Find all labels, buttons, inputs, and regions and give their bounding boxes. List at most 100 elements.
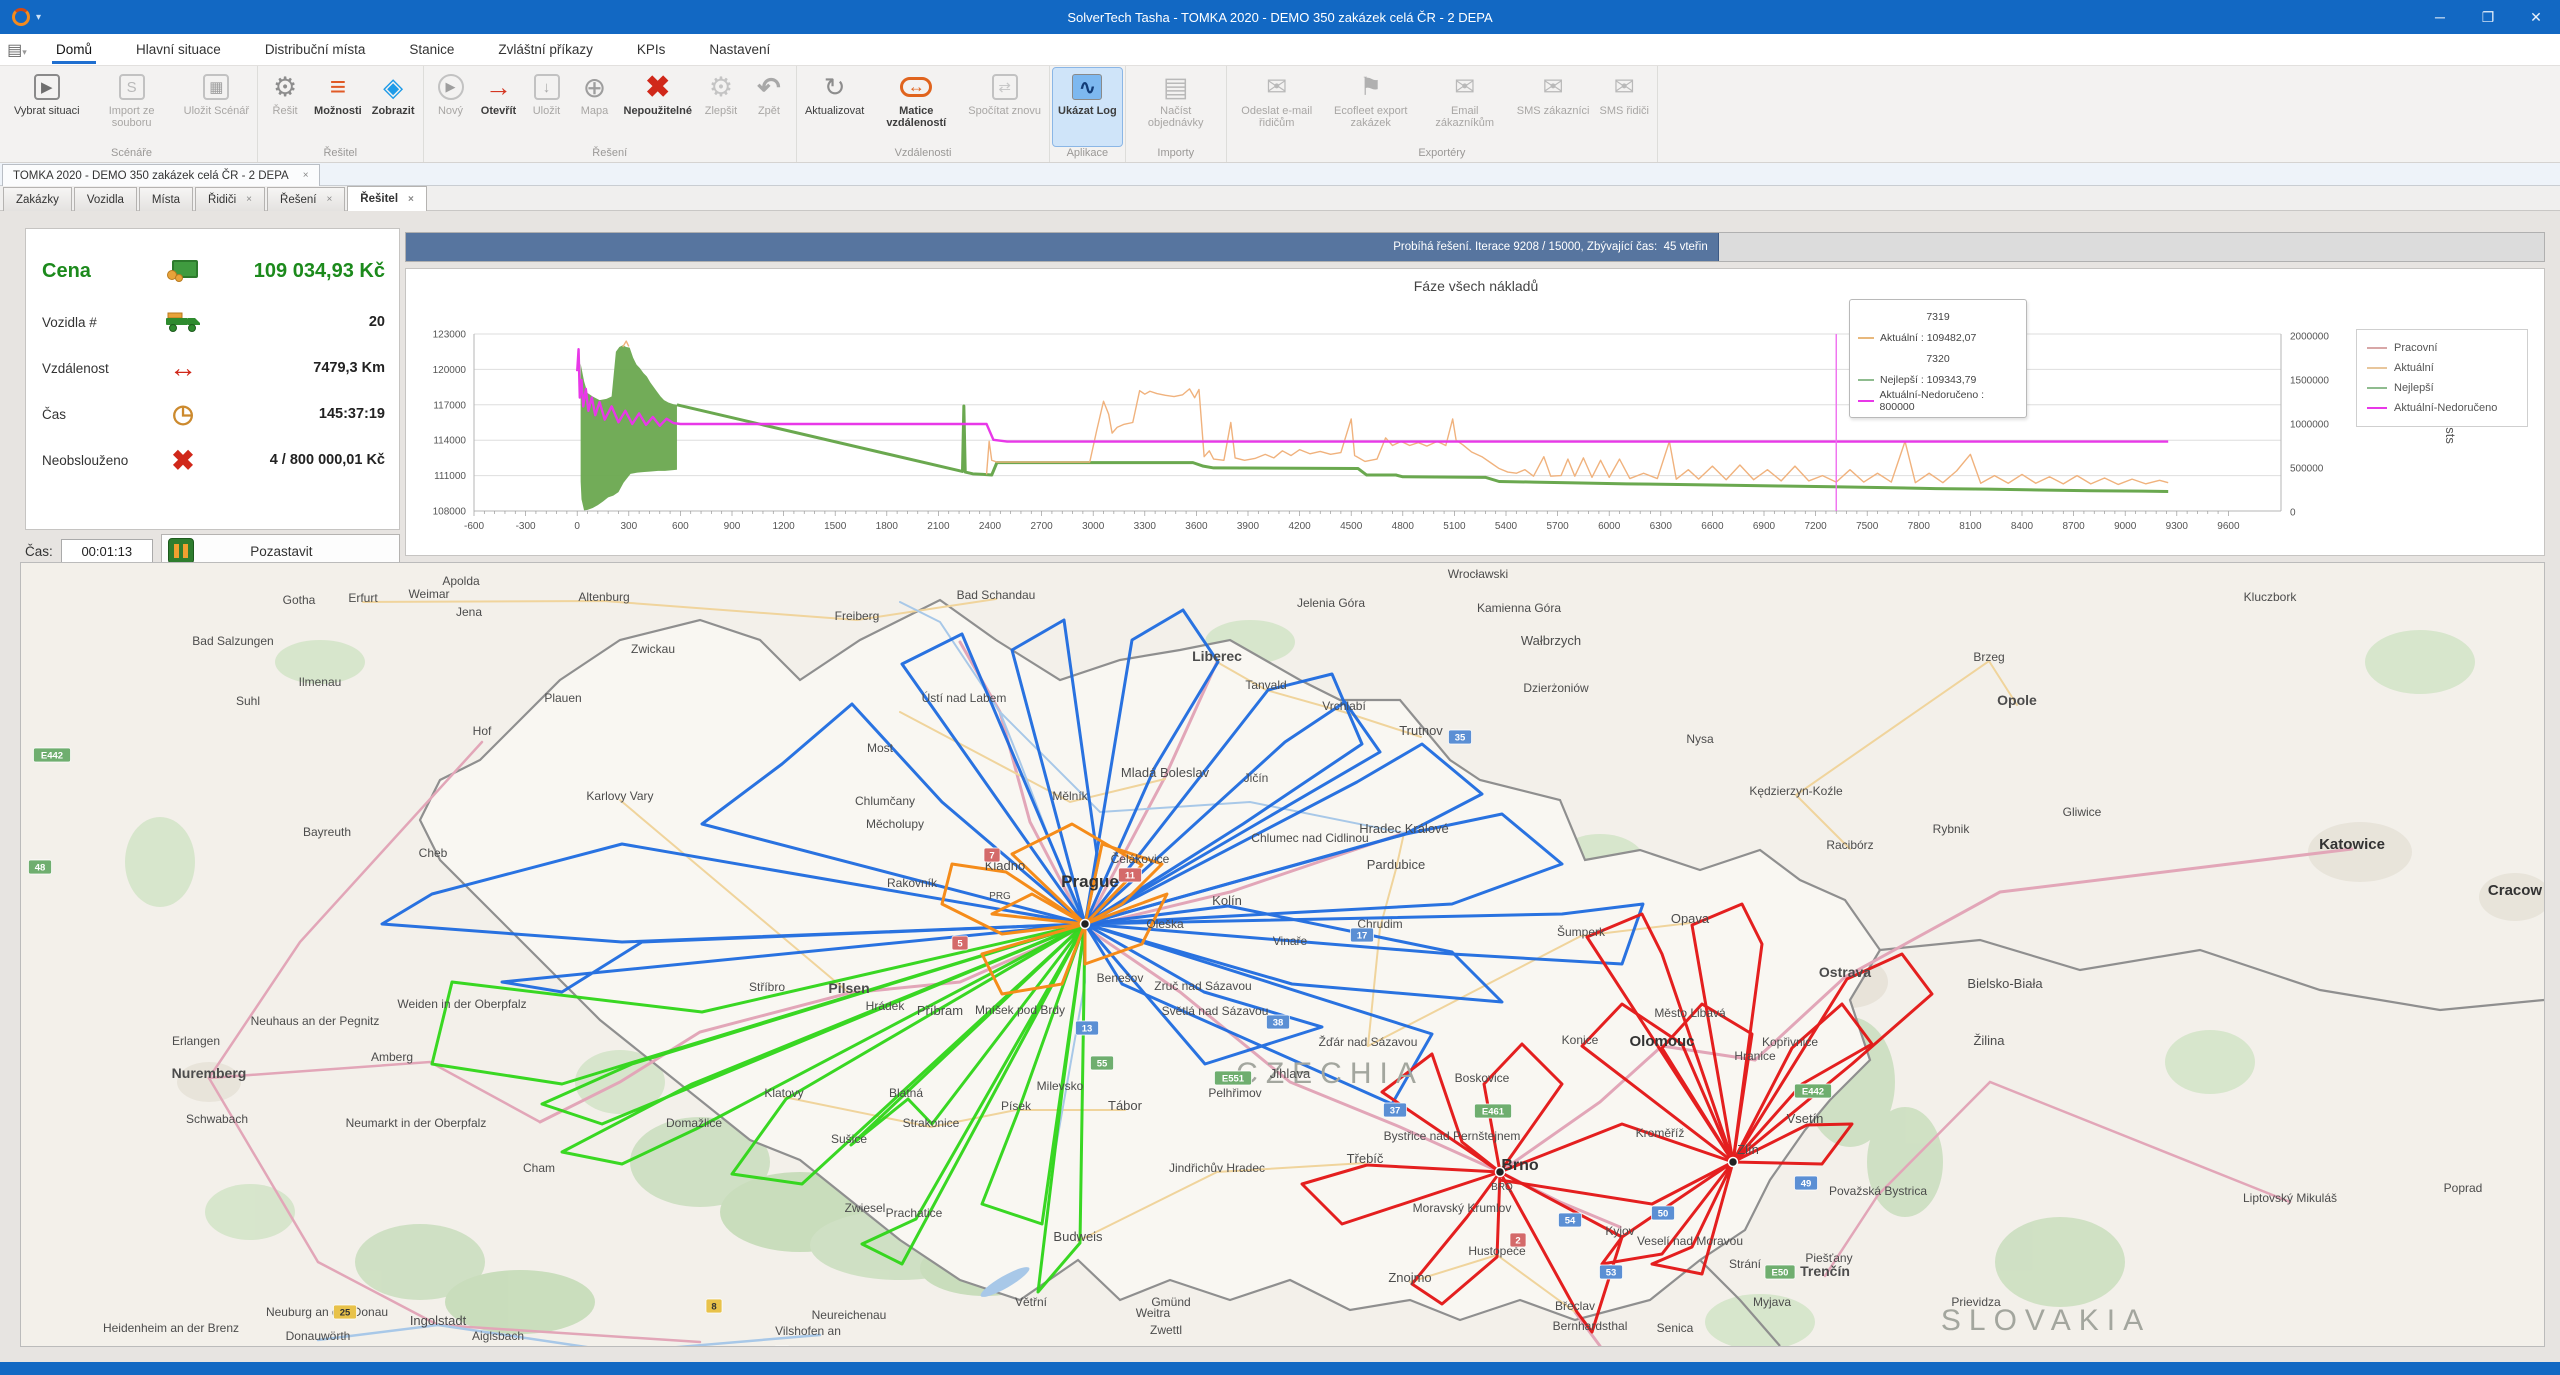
tab-m-sta[interactable]: Místa bbox=[139, 187, 193, 211]
tab-e-itel[interactable]: Řešitel× bbox=[347, 186, 427, 211]
legend-item-nejlep: Nejlepší bbox=[2367, 378, 2517, 398]
city-label: Ingolstadt bbox=[410, 1313, 467, 1328]
svg-text:7200: 7200 bbox=[1804, 521, 1827, 532]
stat-value: 4 / 800 000,01 Kč bbox=[206, 452, 385, 468]
timer-value-field: 00:01:13 bbox=[61, 539, 153, 563]
tab-idi-i[interactable]: Řidiči× bbox=[195, 187, 265, 211]
menu-tab-zvl-tn-p-kazy[interactable]: Zvláštní příkazy bbox=[476, 34, 615, 66]
city-label: Město Libavá bbox=[1654, 1006, 1726, 1020]
sub-tab-strip: ZakázkyVozidlaMístaŘidiči×Řešení×Řešitel… bbox=[0, 186, 2560, 211]
city-label: Kluczbork bbox=[2244, 590, 2298, 604]
stat-label: Vzdálenost bbox=[42, 361, 160, 376]
import-ze-souboru-button[interactable]: SImport ze souboru bbox=[85, 68, 179, 146]
ecofleet-export-zak-zek-button[interactable]: ⚑Ecofleet export zakázek bbox=[1324, 68, 1418, 146]
city-label: Weiden in der Oberpfalz bbox=[397, 997, 526, 1011]
city-label: Prachatice bbox=[886, 1206, 943, 1220]
ribbon-button-label: Zpět bbox=[758, 105, 780, 117]
svg-text:900: 900 bbox=[724, 521, 741, 532]
menu-tab-stanice[interactable]: Stanice bbox=[387, 34, 476, 66]
tooltip-row: Aktuální : 109482,07 bbox=[1858, 327, 2018, 348]
map-container[interactable]: CZECHIASLOVAKIAGothaErfurtWeimarApoldaJe… bbox=[20, 562, 2545, 1347]
tab-close-icon[interactable]: × bbox=[326, 194, 332, 205]
spo-tat-znovu-button[interactable]: ⇄Spočítat znovu bbox=[963, 68, 1046, 146]
city-label: Třebíč bbox=[1347, 1151, 1384, 1166]
svg-text:8700: 8700 bbox=[2062, 521, 2085, 532]
city-label: Trenčín bbox=[1800, 1263, 1850, 1279]
ribbon-button-label: Nepoužitelné bbox=[624, 105, 692, 117]
restore-button[interactable]: ❐ bbox=[2464, 0, 2512, 34]
minimize-button[interactable]: ─ bbox=[2416, 0, 2464, 34]
e-it-button[interactable]: ⚙Řešit bbox=[261, 68, 309, 146]
menu-tab-distribu-n-m-sta[interactable]: Distribuční místa bbox=[243, 34, 388, 66]
tab-e-en[interactable]: Řešení× bbox=[267, 187, 345, 211]
city-label: Klatovy bbox=[764, 1086, 803, 1100]
menu-tab-dom[interactable]: Domů bbox=[34, 34, 114, 66]
tab-zak-zky[interactable]: Zakázky bbox=[3, 187, 72, 211]
mo-nosti-button[interactable]: ≡Možnosti bbox=[309, 68, 367, 146]
zobrazit-button[interactable]: ◈Zobrazit bbox=[367, 68, 420, 146]
matice-vzd-lenost-button[interactable]: ↔Matice vzdáleností bbox=[869, 68, 963, 146]
road-badge: 17 bbox=[1357, 931, 1368, 942]
close-button[interactable]: ✕ bbox=[2512, 0, 2560, 34]
zp-t-button[interactable]: ↶Zpět bbox=[745, 68, 793, 146]
sms-idi-i-button[interactable]: ✉SMS řidiči bbox=[1594, 68, 1654, 146]
svg-text:6300: 6300 bbox=[1650, 521, 1673, 532]
city-label: Veselí nad Moravou bbox=[1637, 1234, 1743, 1248]
city-label: Wałbrzych bbox=[1521, 633, 1581, 648]
ulo-it-button[interactable]: ↓Uložit bbox=[523, 68, 571, 146]
vybrat-situaci-button[interactable]: ▶Vybrat situaci bbox=[9, 68, 85, 146]
nepou-iteln-button[interactable]: ✖Nepoužitelné bbox=[619, 68, 697, 146]
ribbon-button-label: Nový bbox=[438, 105, 463, 117]
city-label: Domažlice bbox=[666, 1116, 722, 1130]
city-label: Tanvald bbox=[1245, 678, 1286, 692]
otev-t-button[interactable]: →Otevřít bbox=[475, 68, 523, 146]
tooltip-row: Nejlepší : 109343,79 bbox=[1858, 369, 2018, 390]
city-label: Ostrava bbox=[1819, 964, 1871, 980]
route-map[interactable]: CZECHIASLOVAKIAGothaErfurtWeimarApoldaJe… bbox=[21, 563, 2544, 1346]
stat-row-vozidla: Vozidla #20 bbox=[42, 299, 385, 345]
globe-icon: ⊕ bbox=[583, 71, 606, 103]
chart-tooltip: 7319Aktuální : 109482,077320Nejlepší : 1… bbox=[1849, 299, 2027, 418]
svg-text:1500: 1500 bbox=[824, 521, 847, 532]
stopwatch-icon: ◷ bbox=[160, 399, 206, 429]
city-label: Břeclav bbox=[1555, 1299, 1595, 1313]
uk-zat-log-button[interactable]: ∿Ukázat Log bbox=[1053, 68, 1122, 146]
odeslat-e-mail-idi-m-button[interactable]: ✉Odeslat e-mail řidičům bbox=[1230, 68, 1324, 146]
city-label: Liberec bbox=[1192, 648, 1242, 664]
stat-value: 7479,3 Km bbox=[206, 360, 385, 376]
ribbon-button-label: Import ze souboru bbox=[90, 105, 174, 129]
ribbon-group-sc-n-e: ▶Vybrat situaciSImport ze souboru▦Uložit… bbox=[6, 66, 258, 162]
city-label: Kędzierzyn-Koźle bbox=[1749, 784, 1843, 798]
legend-item-pracovn: Pracovní bbox=[2367, 338, 2517, 358]
ribbon-group-name: Importy bbox=[1129, 146, 1223, 162]
sms-z-kazn-ci-button[interactable]: ✉SMS zákazníci bbox=[1512, 68, 1595, 146]
file-menu-icon[interactable]: ▤▾ bbox=[0, 40, 34, 60]
city-label: Schwabach bbox=[186, 1112, 248, 1126]
city-label: Tábor bbox=[1108, 1098, 1143, 1113]
tab-vozidla[interactable]: Vozidla bbox=[74, 187, 137, 211]
tab-close-icon[interactable]: × bbox=[246, 194, 252, 205]
city-label: Most bbox=[867, 741, 894, 755]
aktualizovat-button[interactable]: ↻Aktualizovat bbox=[800, 68, 869, 146]
document-tab[interactable]: TOMKA 2020 - DEMO 350 zakázek celá ČR - … bbox=[2, 164, 320, 186]
menu-tab-kpis[interactable]: KPIs bbox=[615, 34, 688, 66]
svg-text:8400: 8400 bbox=[2011, 521, 2034, 532]
chart-legend: PracovníAktuálníNejlepšíAktuální-Nedoruč… bbox=[2356, 329, 2528, 427]
city-label: Apolda bbox=[442, 574, 480, 588]
nov-button[interactable]: ▶ Nový bbox=[427, 68, 475, 146]
city-label: Zwickau bbox=[631, 642, 675, 656]
mapa-button[interactable]: ⊕ Mapa bbox=[571, 68, 619, 146]
new-icon: ▶ bbox=[438, 71, 464, 103]
ribbon-button-label: Mapa bbox=[581, 105, 609, 117]
city-label: Světlá nad Sázavou bbox=[1162, 1004, 1269, 1018]
menu-tab-nastaven[interactable]: Nastavení bbox=[687, 34, 792, 66]
svg-text:4800: 4800 bbox=[1392, 521, 1415, 532]
na-st-objedn-vky-button[interactable]: ▤Načíst objednávky bbox=[1129, 68, 1223, 146]
document-tab-close-icon[interactable]: × bbox=[303, 170, 309, 181]
tab-close-icon[interactable]: × bbox=[408, 194, 414, 205]
ulo-it-sc-n-button[interactable]: ▦Uložit Scénář bbox=[179, 68, 254, 146]
save-down-icon: ↓ bbox=[534, 71, 560, 103]
email-z-kazn-k-m-button[interactable]: ✉Email zákazníkům bbox=[1418, 68, 1512, 146]
menu-tab-hlavn-situace[interactable]: Hlavní situace bbox=[114, 34, 243, 66]
zlep-it-button[interactable]: ⚙Zlepšit bbox=[697, 68, 745, 146]
